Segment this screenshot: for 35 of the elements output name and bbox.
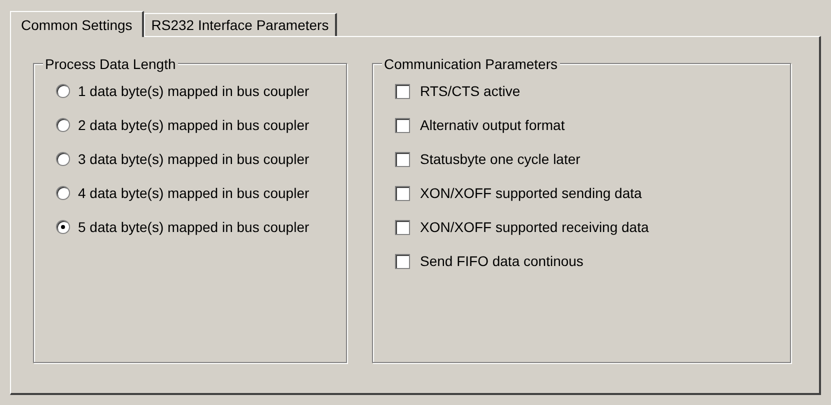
radio-button[interactable]: [56, 152, 70, 166]
option-label: Alternativ output format: [420, 117, 565, 133]
radio-option[interactable]: 1 data byte(s) mapped in bus coupler: [56, 82, 336, 100]
radio-option[interactable]: 2 data byte(s) mapped in bus coupler: [56, 116, 336, 134]
option-label: XON/XOFF supported receiving data: [420, 219, 649, 235]
radio-option[interactable]: 4 data byte(s) mapped in bus coupler: [56, 184, 336, 202]
checkbox-option[interactable]: XON/XOFF supported sending data: [395, 184, 780, 202]
option-label: XON/XOFF supported sending data: [420, 185, 642, 201]
radio-button[interactable]: [56, 186, 70, 200]
checkbox-option[interactable]: Send FIFO data continous: [395, 252, 780, 270]
tab[interactable]: RS232 Interface Parameters: [144, 13, 337, 36]
option-label: Send FIFO data continous: [420, 253, 584, 269]
radio-option[interactable]: 5 data byte(s) mapped in bus coupler: [56, 218, 336, 236]
radio-button[interactable]: [56, 84, 70, 98]
option-label: 5 data byte(s) mapped in bus coupler: [78, 219, 310, 235]
option-label: 1 data byte(s) mapped in bus coupler: [78, 83, 310, 99]
checkbox[interactable]: [395, 152, 410, 166]
option-label: Statusbyte one cycle later: [420, 151, 580, 167]
option-label: 4 data byte(s) mapped in bus coupler: [78, 185, 310, 201]
checkbox-option[interactable]: RTS/CTS active: [395, 82, 780, 100]
radio-option[interactable]: 3 data byte(s) mapped in bus coupler: [56, 150, 336, 168]
checkbox-option[interactable]: Alternativ output format: [395, 116, 780, 134]
checkbox-option[interactable]: XON/XOFF supported receiving data: [395, 218, 780, 236]
tab[interactable]: Common Settings: [10, 11, 144, 37]
checkbox[interactable]: [395, 84, 410, 98]
option-label: RTS/CTS active: [420, 83, 520, 99]
option-label: 2 data byte(s) mapped in bus coupler: [78, 117, 310, 133]
checkbox-option[interactable]: Statusbyte one cycle later: [395, 150, 780, 168]
checkbox[interactable]: [395, 186, 410, 200]
option-label: 3 data byte(s) mapped in bus coupler: [78, 151, 310, 167]
radio-button[interactable]: [56, 220, 70, 234]
radio-button[interactable]: [56, 118, 70, 132]
checkbox[interactable]: [395, 254, 410, 268]
checkbox[interactable]: [395, 220, 410, 234]
checkbox[interactable]: [395, 118, 410, 132]
